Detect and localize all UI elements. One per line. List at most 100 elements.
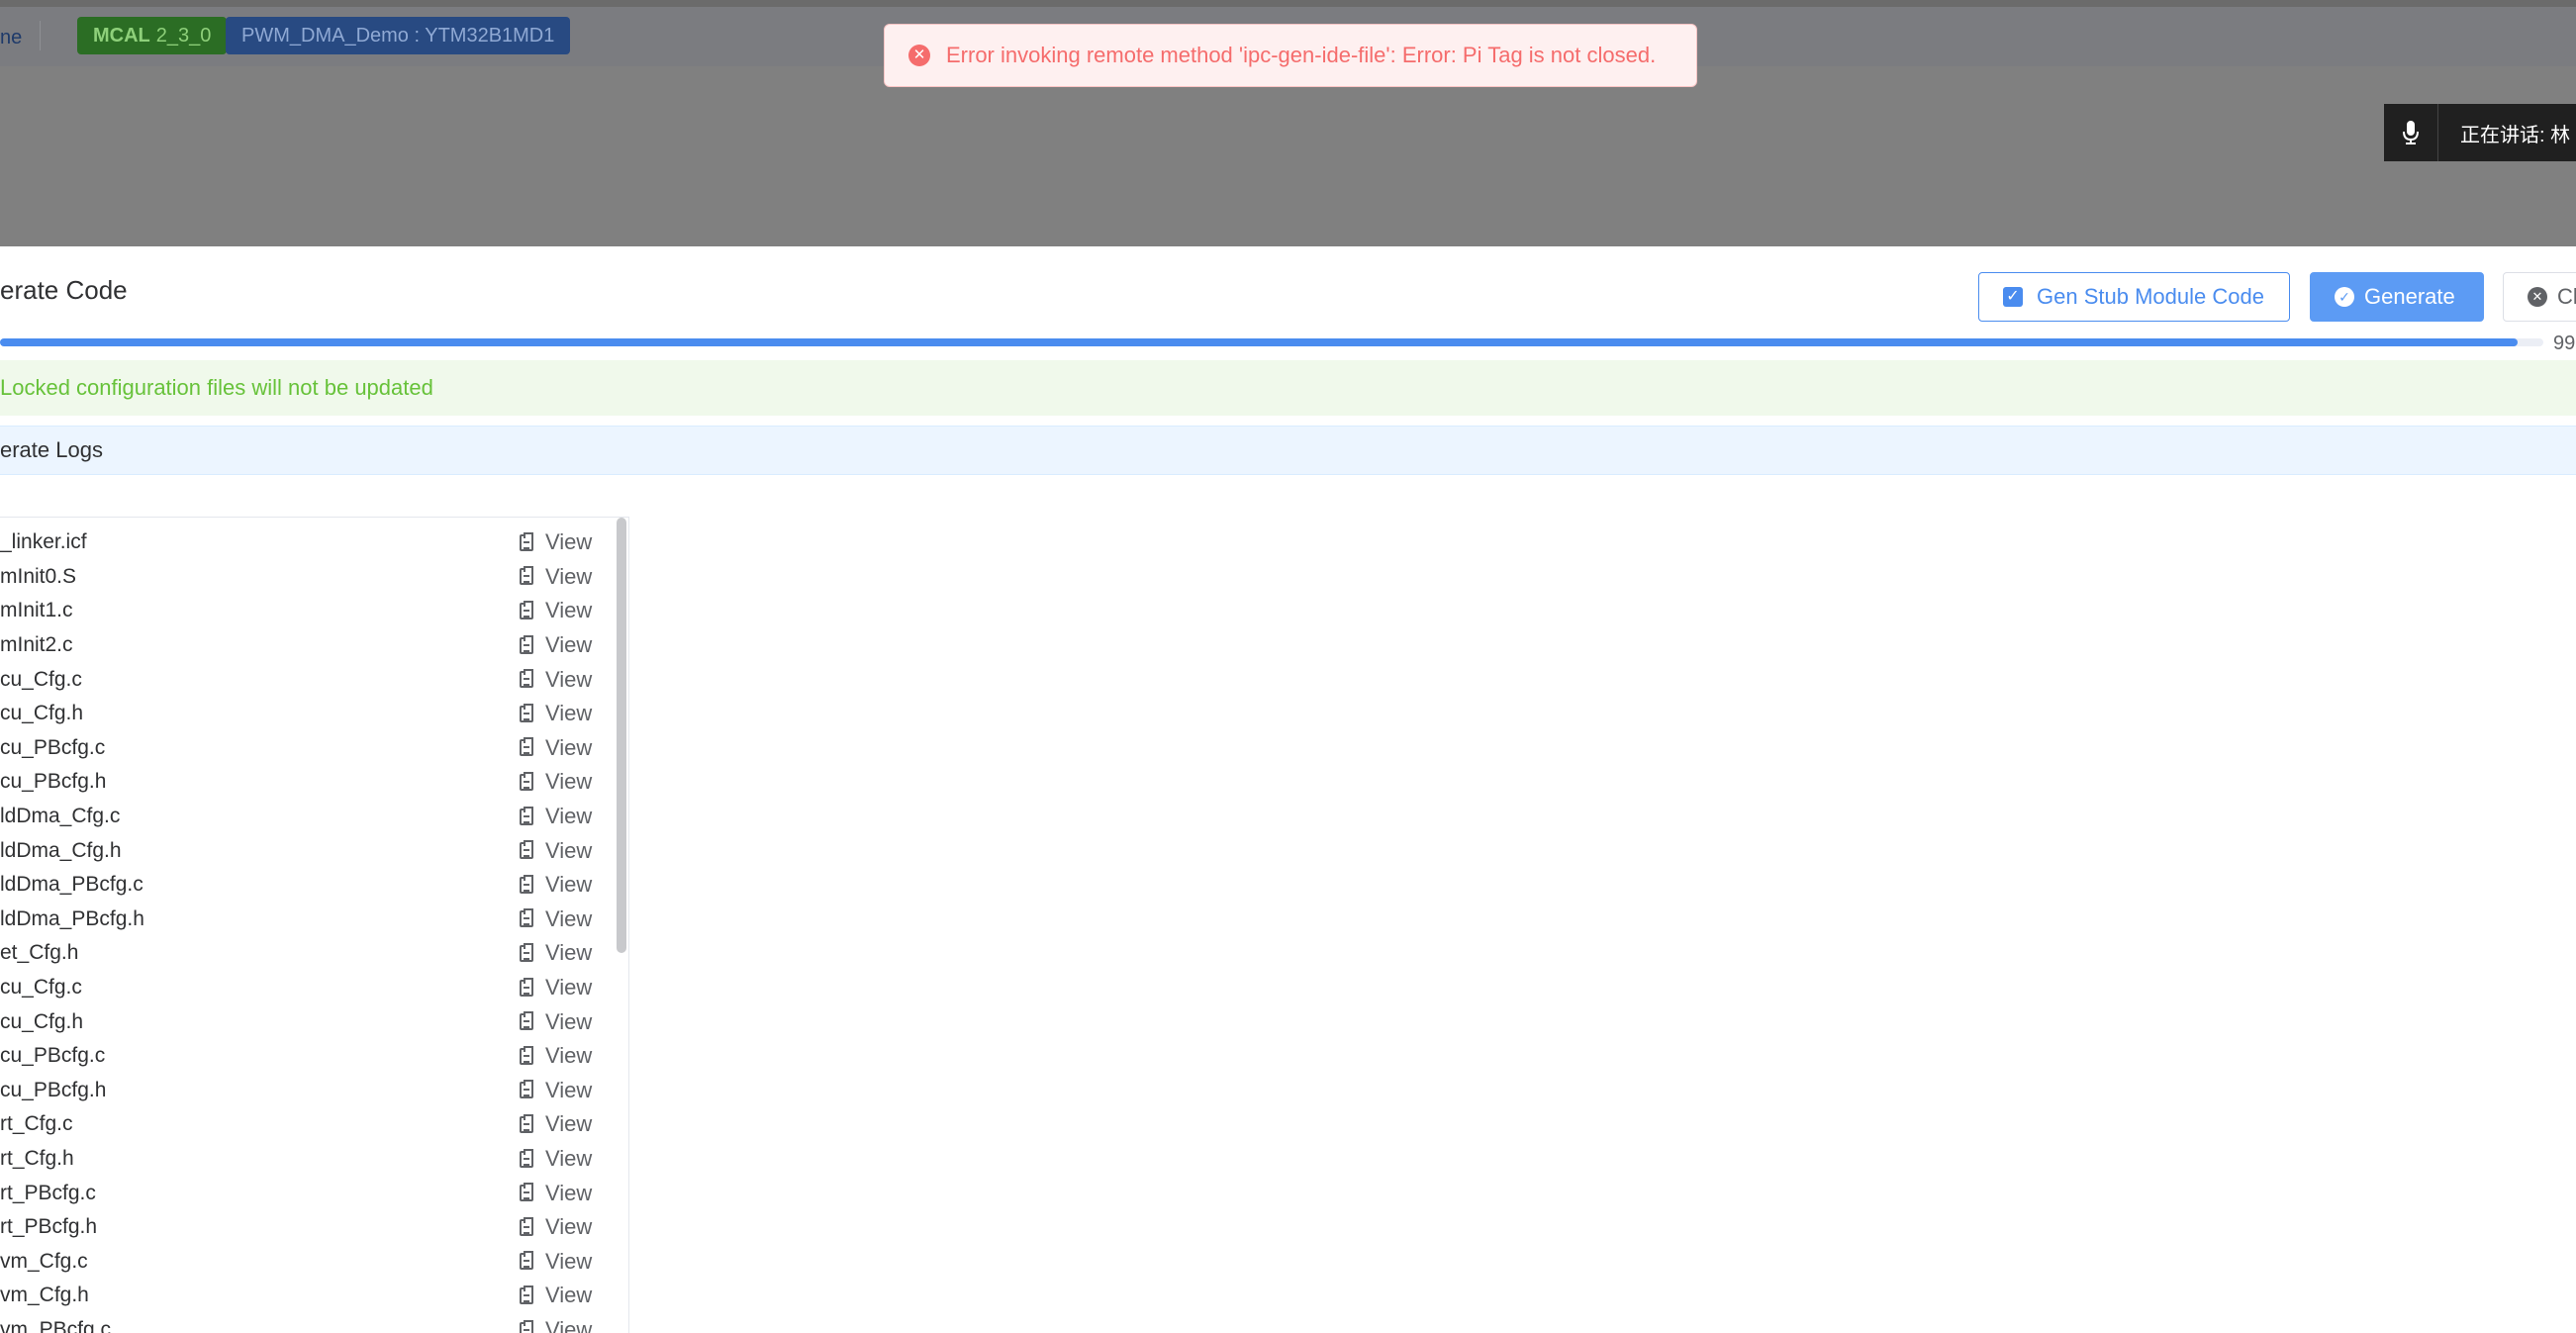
project-tag[interactable]: PWM_DMA_Demo : YTM32B1MD1 bbox=[226, 17, 571, 54]
file-name: et_Cfg.h bbox=[0, 941, 79, 965]
file-row: vm_Cfg.c View bbox=[0, 1245, 614, 1280]
view-file-button[interactable]: View bbox=[520, 701, 592, 726]
file-name: cu_PBcfg.h bbox=[0, 1078, 107, 1101]
mcal-label: MCAL bbox=[93, 25, 150, 47]
clipboard-icon bbox=[520, 908, 533, 928]
close-circle-icon: ✕ bbox=[2528, 287, 2547, 307]
view-file-button[interactable]: View bbox=[520, 1111, 592, 1137]
file-row: cu_Cfg.c View bbox=[0, 971, 614, 1005]
header-separator bbox=[40, 21, 41, 50]
file-name: rt_PBcfg.c bbox=[0, 1181, 96, 1204]
clipboard-icon bbox=[520, 1148, 533, 1168]
view-label: View bbox=[545, 872, 593, 898]
file-name: cu_Cfg.h bbox=[0, 702, 84, 725]
file-row: rt_PBcfg.h View bbox=[0, 1210, 614, 1245]
view-file-button[interactable]: View bbox=[520, 1317, 592, 1333]
view-label: View bbox=[545, 837, 593, 863]
file-name: rt_Cfg.h bbox=[0, 1147, 74, 1171]
file-name: mInit2.c bbox=[0, 633, 73, 657]
clipboard-icon bbox=[520, 806, 533, 825]
header-left-text: ne bbox=[0, 27, 23, 48]
file-name: cu_PBcfg.c bbox=[0, 735, 106, 759]
clipboard-icon bbox=[520, 703, 533, 722]
file-row: ldDma_PBcfg.c View bbox=[0, 868, 614, 903]
close-button[interactable]: ✕ Cl bbox=[2503, 272, 2576, 322]
file-row: mInit0.S View bbox=[0, 560, 614, 595]
progress-text: 99 bbox=[2553, 333, 2576, 354]
view-file-button[interactable]: View bbox=[520, 564, 592, 590]
view-file-button[interactable]: View bbox=[520, 1009, 592, 1035]
generate-logs-header[interactable]: erate Logs bbox=[0, 426, 2576, 475]
file-row: ldDma_Cfg.h View bbox=[0, 833, 614, 868]
file-row: et_Cfg.h View bbox=[0, 936, 614, 971]
clipboard-icon bbox=[520, 977, 533, 997]
clipboard-icon bbox=[520, 1080, 533, 1099]
clipboard-icon bbox=[520, 531, 533, 551]
file-name: rt_PBcfg.h bbox=[0, 1215, 98, 1239]
view-file-button[interactable]: View bbox=[520, 1181, 592, 1206]
generated-file-list[interactable]: _linker.icf View mInit0.S View mInit1.c View m… bbox=[0, 517, 629, 1333]
file-name: mInit0.S bbox=[0, 564, 77, 588]
view-file-button[interactable]: View bbox=[520, 1146, 592, 1172]
progress-bar-fill bbox=[0, 338, 2519, 346]
view-file-button[interactable]: View bbox=[520, 632, 592, 658]
view-label: View bbox=[545, 1248, 593, 1274]
error-circle-icon: ✕ bbox=[908, 45, 930, 66]
file-row: cu_PBcfg.h View bbox=[0, 1074, 614, 1108]
view-file-button[interactable]: View bbox=[520, 598, 592, 623]
view-file-button[interactable]: View bbox=[520, 940, 592, 966]
file-list-scrollbar[interactable] bbox=[617, 518, 626, 953]
view-file-button[interactable]: View bbox=[520, 1283, 592, 1308]
view-file-button[interactable]: View bbox=[520, 872, 592, 898]
file-row: cu_PBcfg.c View bbox=[0, 731, 614, 766]
error-message: Error invoking remote method 'ipc-gen-id… bbox=[946, 43, 1657, 67]
clipboard-icon bbox=[520, 566, 533, 586]
view-label: View bbox=[545, 1146, 593, 1172]
view-label: View bbox=[545, 1180, 593, 1205]
view-file-button[interactable]: View bbox=[520, 769, 592, 795]
speaking-indicator[interactable]: 正在讲话: 林 bbox=[2384, 104, 2576, 161]
file-row: cu_Cfg.c View bbox=[0, 662, 614, 697]
file-row: cu_Cfg.h View bbox=[0, 697, 614, 731]
view-file-button[interactable]: View bbox=[520, 1214, 592, 1240]
view-label: View bbox=[545, 563, 593, 589]
view-file-button[interactable]: View bbox=[520, 1078, 592, 1103]
view-label: View bbox=[545, 1317, 593, 1333]
progress-bar bbox=[0, 338, 2543, 346]
file-name: rt_Cfg.c bbox=[0, 1112, 73, 1136]
microphone-icon bbox=[2384, 104, 2438, 161]
view-file-button[interactable]: View bbox=[520, 906, 592, 932]
generate-button[interactable]: ✓ Generate bbox=[2310, 272, 2484, 322]
view-file-button[interactable]: View bbox=[520, 529, 592, 555]
clipboard-icon bbox=[520, 600, 533, 619]
view-file-button[interactable]: View bbox=[520, 735, 592, 761]
clipboard-icon bbox=[520, 1045, 533, 1065]
clipboard-icon bbox=[520, 1319, 533, 1333]
view-file-button[interactable]: View bbox=[520, 838, 592, 864]
clipboard-icon bbox=[520, 771, 533, 791]
view-file-button[interactable]: View bbox=[520, 667, 592, 693]
file-name: ldDma_PBcfg.h bbox=[0, 906, 144, 930]
file-name: vm_Cfg.h bbox=[0, 1284, 89, 1307]
dialog-title: erate Code bbox=[0, 275, 128, 305]
view-file-button[interactable]: View bbox=[520, 1249, 592, 1275]
view-label: View bbox=[545, 1077, 593, 1102]
file-row: vm_PBcfg.c View bbox=[0, 1313, 614, 1333]
gen-stub-module-code-checkbox[interactable]: ✓ Gen Stub Module Code bbox=[1978, 272, 2290, 322]
file-row: _linker.icf View bbox=[0, 525, 614, 560]
file-row: mInit2.c View bbox=[0, 628, 614, 663]
file-name: ldDma_PBcfg.c bbox=[0, 873, 143, 897]
view-file-button[interactable]: View bbox=[520, 804, 592, 829]
file-row: cu_PBcfg.c View bbox=[0, 1039, 614, 1074]
clipboard-icon bbox=[520, 1251, 533, 1271]
view-file-button[interactable]: View bbox=[520, 1043, 592, 1069]
file-row: ldDma_PBcfg.h View bbox=[0, 903, 614, 937]
file-name: vm_PBcfg.c bbox=[0, 1318, 112, 1333]
mcal-version-tag[interactable]: MCAL 2_3_0 bbox=[77, 17, 228, 54]
view-file-button[interactable]: View bbox=[520, 975, 592, 1000]
clipboard-icon bbox=[520, 942, 533, 962]
file-name: ldDma_Cfg.c bbox=[0, 805, 121, 828]
checkbox-checked-icon: ✓ bbox=[2003, 287, 2023, 307]
clipboard-icon bbox=[520, 874, 533, 894]
view-label: View bbox=[545, 769, 593, 795]
